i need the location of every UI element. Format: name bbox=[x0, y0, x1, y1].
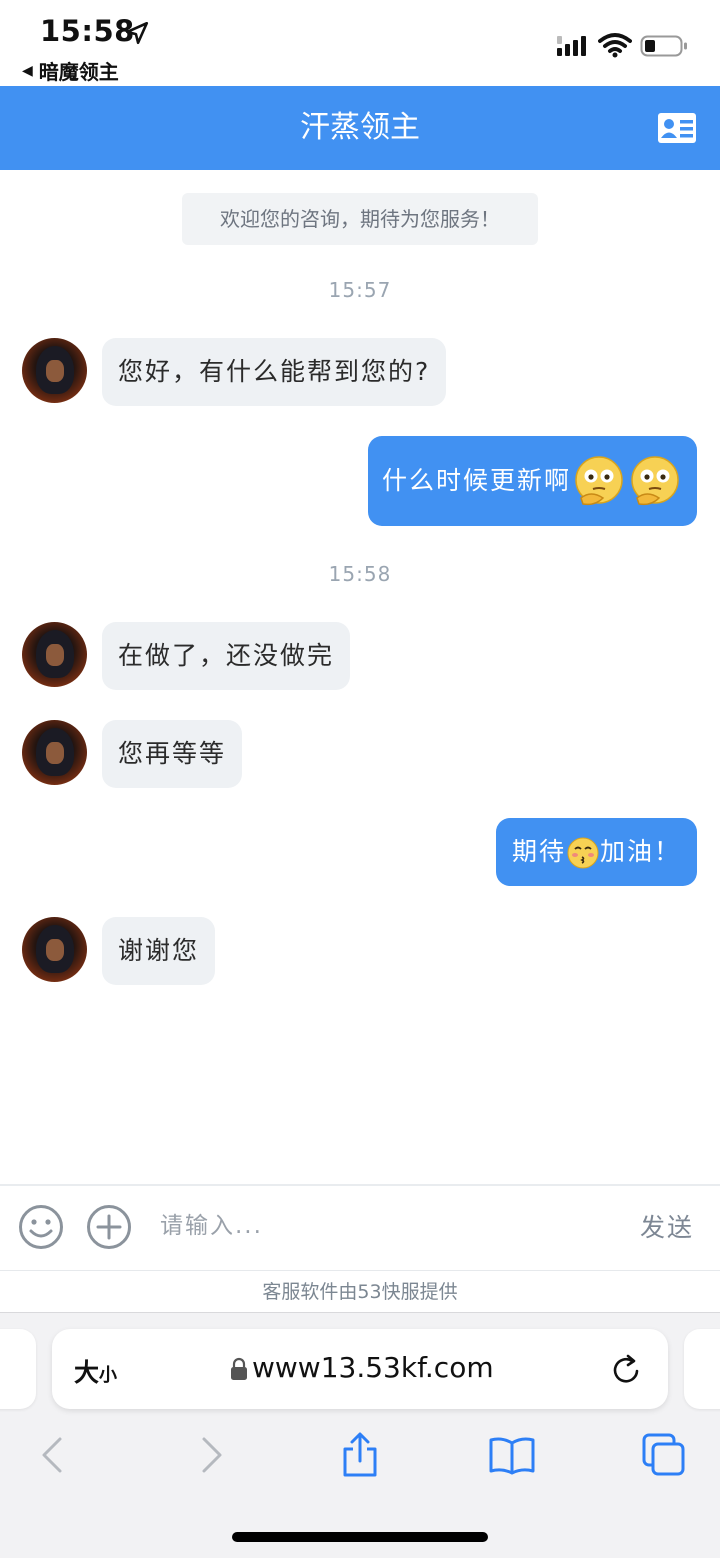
outgoing-message-text: 什么时候更新啊 bbox=[381, 466, 571, 495]
home-indicator[interactable] bbox=[232, 1532, 488, 1542]
address-bar[interactable]: 大小 www13.53kf.com bbox=[52, 1329, 668, 1409]
chat-title: 汗蒸领主 bbox=[300, 110, 420, 145]
url-text[interactable]: www13.53kf.com bbox=[252, 1351, 494, 1384]
chat-header: 汗蒸领主 bbox=[0, 86, 720, 170]
back-triangle-icon: ◀ bbox=[22, 62, 33, 79]
incoming-message-bubble: 在做了，还没做完 bbox=[102, 622, 351, 690]
outgoing-message-bubble: 什么时候更新啊 bbox=[367, 436, 697, 526]
browser-toolbar: 大小 www13.53kf.com bbox=[0, 1312, 720, 1558]
agent-avatar[interactable] bbox=[22, 720, 87, 785]
kissing-face-emoji bbox=[567, 837, 599, 869]
outgoing-message-bubble: 期待 加油！ bbox=[495, 818, 697, 886]
cellular-signal-icon bbox=[557, 36, 586, 56]
message-timestamp: 15:57 bbox=[328, 278, 392, 302]
back-app-label: 暗魔领主 bbox=[38, 60, 119, 84]
status-bar: 15:58 ◀ 暗魔领主 bbox=[0, 0, 720, 86]
thinking-face-emoji bbox=[575, 456, 623, 506]
send-button[interactable]: 发送 bbox=[640, 1208, 694, 1244]
forward-arrow-icon[interactable] bbox=[186, 1431, 234, 1479]
next-tab-preview[interactable] bbox=[684, 1329, 720, 1409]
incoming-message-bubble: 您再等等 bbox=[102, 720, 243, 788]
contact-card-icon[interactable] bbox=[657, 112, 697, 144]
outgoing-message-text-after: 加油！ bbox=[599, 837, 681, 866]
reload-icon[interactable] bbox=[610, 1351, 644, 1387]
tabs-icon[interactable] bbox=[640, 1431, 688, 1479]
battery-icon bbox=[640, 35, 687, 57]
status-time: 15:58 bbox=[40, 14, 135, 48]
message-input[interactable] bbox=[160, 1206, 600, 1246]
lock-icon bbox=[231, 1357, 247, 1380]
location-arrow-icon bbox=[125, 21, 149, 45]
message-timestamp: 15:58 bbox=[328, 562, 392, 586]
text-size-small-label: 小 bbox=[99, 1365, 118, 1386]
provider-credit: 客服软件由53快服提供 bbox=[0, 1270, 720, 1312]
wifi-icon bbox=[598, 33, 632, 58]
incoming-message-bubble: 您好，有什么能帮到您的? bbox=[102, 338, 447, 406]
smiley-icon[interactable] bbox=[18, 1204, 64, 1250]
back-to-app-link[interactable]: ◀ 暗魔领主 bbox=[22, 56, 119, 85]
text-size-button[interactable]: 大小 bbox=[74, 1353, 117, 1389]
outgoing-message-text-before: 期待 bbox=[511, 837, 566, 866]
agent-avatar[interactable] bbox=[22, 338, 87, 403]
welcome-notice: 欢迎您的咨询，期待为您服务！ bbox=[182, 193, 538, 245]
agent-avatar[interactable] bbox=[22, 622, 87, 687]
plus-circle-icon[interactable] bbox=[86, 1204, 132, 1250]
message-list[interactable]: 欢迎您的咨询，期待为您服务！ 15:57 您好，有什么能帮到您的? 什么时候更新… bbox=[0, 170, 720, 1184]
bookmarks-icon[interactable] bbox=[488, 1431, 536, 1479]
text-size-big-label: 大 bbox=[74, 1358, 100, 1387]
share-icon[interactable] bbox=[336, 1431, 384, 1479]
message-input-bar: 发送 bbox=[0, 1184, 720, 1270]
incoming-message-bubble: 谢谢您 bbox=[102, 917, 216, 985]
back-arrow-icon[interactable] bbox=[30, 1431, 78, 1479]
thinking-face-emoji bbox=[631, 456, 679, 506]
agent-avatar[interactable] bbox=[22, 917, 87, 982]
previous-tab-preview[interactable] bbox=[0, 1329, 36, 1409]
